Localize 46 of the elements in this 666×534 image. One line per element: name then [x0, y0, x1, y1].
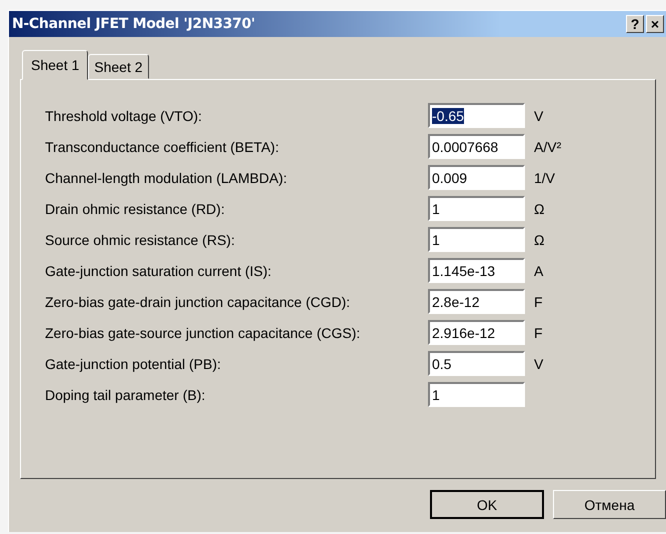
input-field[interactable]: 1: [428, 227, 525, 252]
unit-label: F: [533, 324, 544, 340]
field-value: 0.009: [432, 170, 468, 186]
cancel-button[interactable]: Отмена: [553, 490, 666, 519]
parameter-label: Source ohmic resistance (RS):: [45, 232, 236, 248]
parameter-label: Threshold voltage (VTO):: [45, 108, 203, 124]
parameter-label: Channel-length modulation (LAMBDA):: [45, 170, 288, 186]
input-field[interactable]: 2.8e-12: [428, 289, 525, 314]
close-button[interactable]: ×: [646, 15, 664, 33]
help-button[interactable]: ?: [626, 15, 644, 33]
field-value: 2.8e-12: [432, 294, 480, 310]
input-field[interactable]: -0.65: [428, 103, 525, 128]
ok-button[interactable]: OK: [430, 490, 544, 519]
parameter-label: Transconductance coefficient (BETA):: [45, 138, 280, 154]
tab[interactable]: Sheet 1: [22, 50, 88, 80]
unit-label: A: [533, 262, 544, 278]
unit-label: A/V²: [533, 138, 562, 154]
parameter-label: Drain ohmic resistance (RD):: [45, 200, 226, 216]
input-field[interactable]: 2.916e-12: [428, 320, 525, 345]
field-value: 2.916e-12: [432, 324, 496, 340]
input-field[interactable]: 1: [428, 382, 525, 407]
selected-text: -0.65: [432, 108, 464, 124]
field-value: 0.5: [432, 356, 452, 372]
field-value: 1.145e-13: [432, 262, 496, 278]
input-field[interactable]: 0.009: [428, 165, 525, 190]
unit-label: 1/V: [533, 170, 556, 186]
parameter-label: Zero-bias gate-drain junction capacitance (CGD):: [45, 294, 352, 310]
unit-label: Ω: [533, 232, 546, 248]
field-value: 1: [432, 200, 440, 216]
window-title: N-Channel JFET Model 'J2N3370': [12, 16, 256, 32]
parameter-label: Gate-junction potential (PB):: [45, 356, 222, 372]
unit-label: Ω: [533, 200, 546, 216]
field-value: 1: [432, 386, 440, 402]
field-value: 1: [432, 232, 440, 248]
input-field[interactable]: 0.0007668: [428, 134, 525, 159]
unit-label: F: [533, 294, 544, 310]
parameter-label: Doping tail parameter (B):: [45, 386, 206, 402]
parameter-label: Gate-junction saturation current (IS):: [45, 262, 272, 278]
tab[interactable]: Sheet 2: [88, 54, 149, 79]
input-field[interactable]: 1: [428, 196, 525, 221]
field-value: 0.0007668: [432, 138, 498, 154]
parameter-label: Zero-bias gate-source junction capacitance (CGS):: [45, 324, 362, 340]
input-field[interactable]: 1.145e-13: [428, 258, 525, 283]
input-field[interactable]: 0.5: [428, 351, 525, 376]
unit-label: V: [533, 108, 544, 124]
unit-label: V: [533, 356, 544, 372]
